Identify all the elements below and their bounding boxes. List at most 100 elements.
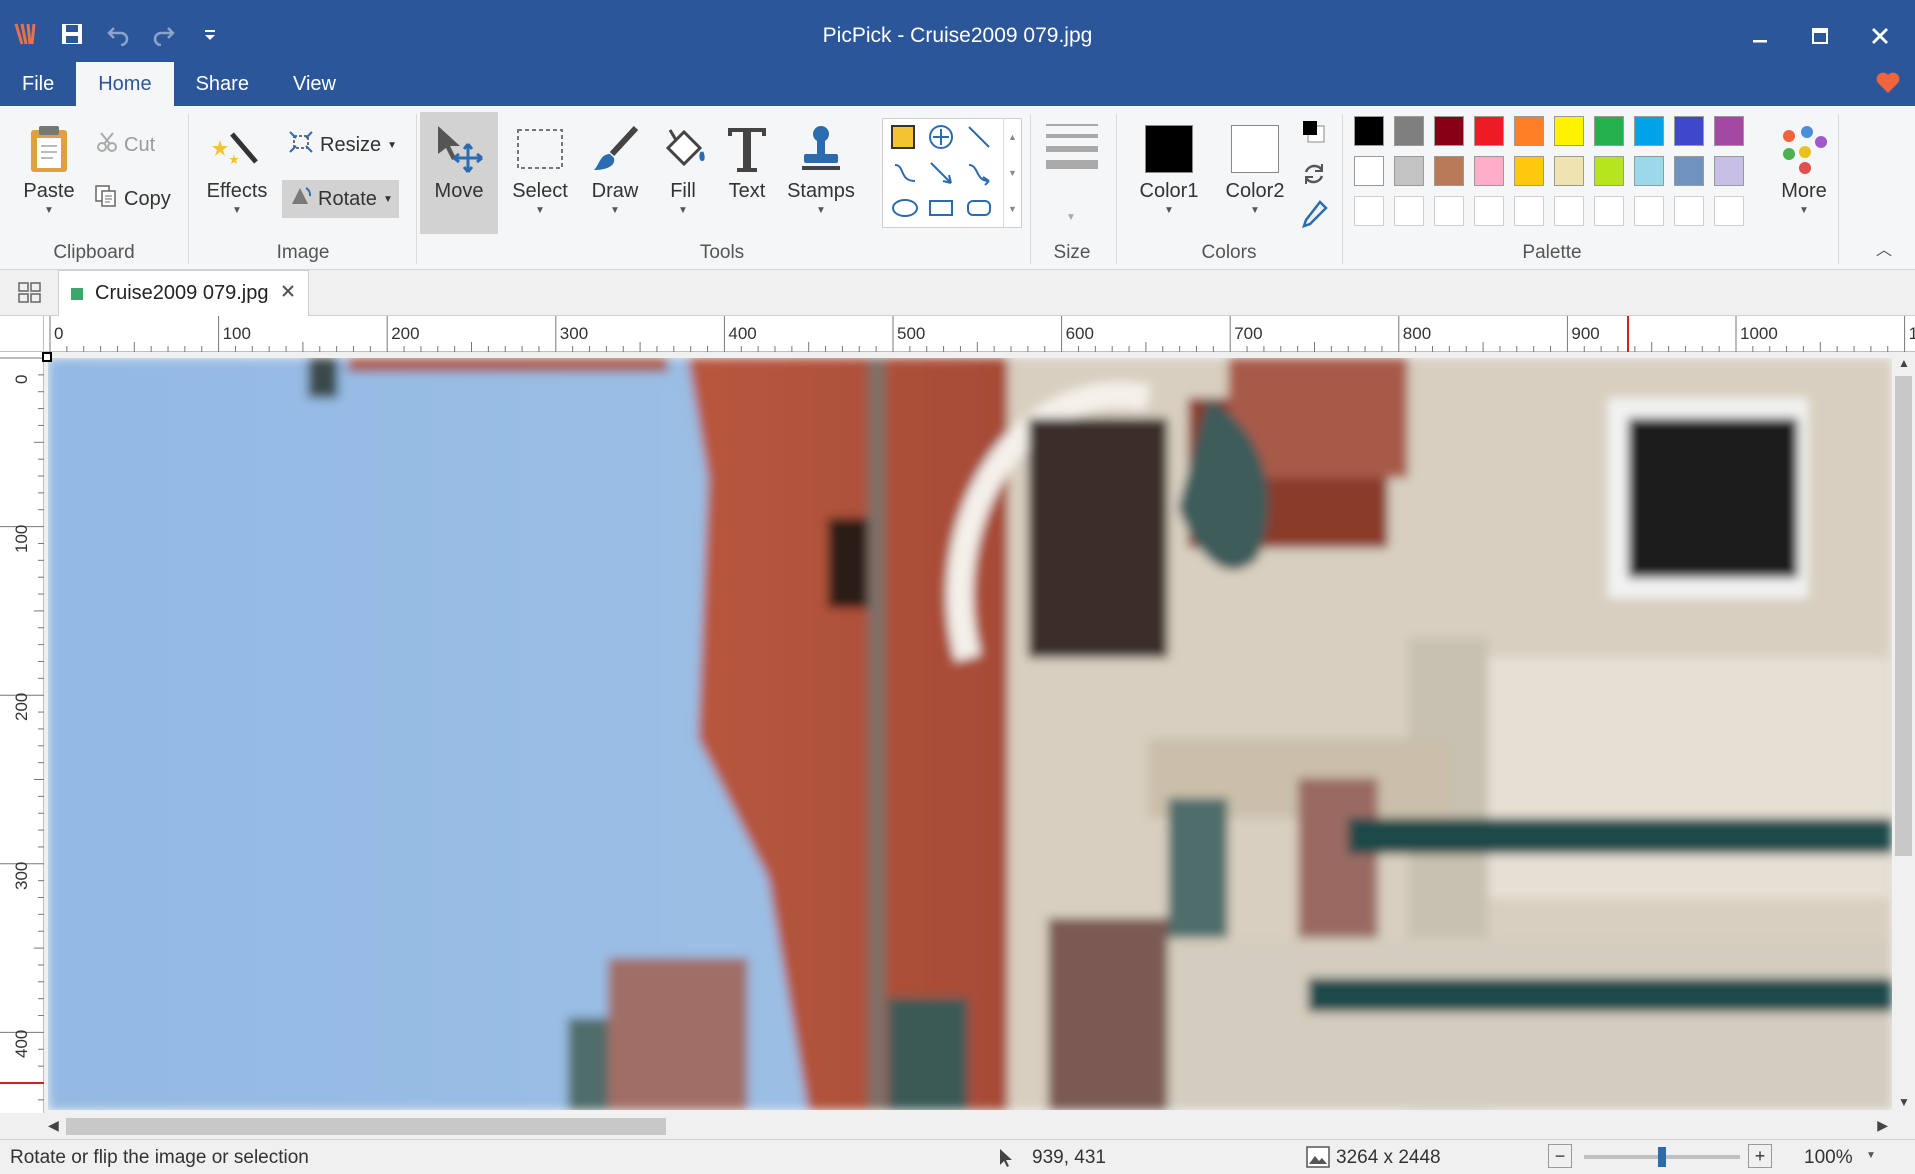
rectangle-select-shape-icon[interactable] [891, 125, 915, 149]
palette-swatch[interactable] [1554, 196, 1584, 226]
palette-swatch[interactable] [1434, 156, 1464, 186]
rounded-rectangle-shape-icon[interactable] [965, 197, 993, 224]
palette-swatch[interactable] [1394, 116, 1424, 146]
line-width-icon[interactable] [1044, 120, 1100, 175]
dropdown-arrow-icon: ▼ [535, 205, 545, 216]
palette-swatch[interactable] [1514, 196, 1544, 226]
palette-swatch[interactable] [1434, 116, 1464, 146]
heart-icon[interactable] [1875, 70, 1901, 96]
palette-swatch[interactable] [1554, 156, 1584, 186]
cut-button[interactable]: Cut [90, 126, 161, 164]
color2-swatch-frame [1227, 120, 1283, 178]
palette-swatch[interactable] [1714, 156, 1744, 186]
palette-swatch[interactable] [1474, 156, 1504, 186]
curve-shape-icon[interactable] [891, 159, 919, 192]
grid-view-icon[interactable] [18, 282, 42, 309]
copy-button[interactable]: Copy [88, 180, 177, 218]
stamps-button[interactable]: Stamps ▼ [782, 112, 860, 216]
resize-button[interactable]: Resize ▼ [282, 126, 403, 164]
draw-button[interactable]: Draw ▼ [582, 112, 648, 216]
select-button[interactable]: Select ▼ [506, 112, 574, 216]
ruler-label: 100 [12, 524, 31, 553]
palette-swatch[interactable] [1594, 156, 1624, 186]
tab-file[interactable]: File [0, 62, 76, 106]
palette-swatch[interactable] [1554, 116, 1584, 146]
size-group: ▼ Size [1032, 106, 1112, 270]
vertical-scrollbar[interactable]: ▲ ▼ [1892, 352, 1915, 1113]
palette-swatch[interactable] [1394, 156, 1424, 186]
palette-swatch[interactable] [1674, 156, 1704, 186]
tab-home[interactable]: Home [76, 62, 174, 106]
collapse-ribbon-icon[interactable]: ︿ [1876, 236, 1892, 260]
palette-swatch[interactable] [1674, 196, 1704, 226]
palette-swatch[interactable] [1474, 196, 1504, 226]
scissors-icon [96, 131, 118, 159]
palette-swatch[interactable] [1394, 196, 1424, 226]
paste-button[interactable]: Paste ▼ [16, 112, 82, 216]
shapes-gallery: ▲ ▼ ▼ [882, 118, 1022, 228]
eyedropper-icon[interactable] [1300, 200, 1328, 235]
text-button[interactable]: Text [718, 112, 776, 203]
palette-swatch[interactable] [1634, 196, 1664, 226]
rectangle-shape-icon[interactable] [927, 197, 955, 224]
zoom-level: 100% [1804, 1147, 1853, 1168]
minimize-button[interactable] [1736, 14, 1784, 58]
image-file-icon [71, 287, 83, 300]
clipboard-group: Paste ▼ Cut Copy Clipboard [0, 106, 188, 270]
palette-swatch[interactable] [1474, 116, 1504, 146]
move-button[interactable]: Move [420, 112, 498, 234]
ellipse-shape-icon[interactable] [891, 197, 919, 224]
zoom-dropdown-icon[interactable]: ▼ [1866, 1150, 1876, 1161]
horizontal-ruler-ticks [49, 316, 1906, 352]
close-tab-icon[interactable] [280, 282, 296, 305]
gallery-scroll[interactable]: ▲ ▼ ▼ [1003, 119, 1021, 227]
palette-swatch[interactable] [1514, 156, 1544, 186]
default-colors-icon[interactable] [1300, 118, 1328, 151]
zoom-in-button[interactable]: + [1748, 1144, 1772, 1168]
color2-button[interactable]: Color2 ▼ [1220, 112, 1290, 216]
palette-swatch[interactable] [1634, 156, 1664, 186]
rotate-button[interactable]: Rotate ▼ [282, 180, 399, 218]
image-canvas[interactable] [48, 358, 1892, 1110]
scroll-down-icon[interactable]: ▼ [1898, 1095, 1910, 1109]
cursor-icon [998, 1148, 1014, 1174]
curved-arrow-shape-icon[interactable] [965, 159, 993, 192]
horizontal-scroll-thumb[interactable] [66, 1118, 666, 1135]
close-button[interactable] [1856, 14, 1904, 58]
color1-button[interactable]: Color1 ▼ [1134, 112, 1204, 216]
swap-colors-icon[interactable] [1300, 160, 1328, 193]
palette-swatch[interactable] [1594, 116, 1624, 146]
scroll-right-icon[interactable]: ▶ [1877, 1117, 1888, 1134]
window-title: PicPick - Cruise2009 079.jpg [822, 24, 1093, 47]
zoom-out-button[interactable]: − [1548, 1144, 1572, 1168]
palette-swatch[interactable] [1354, 196, 1384, 226]
scroll-left-icon[interactable]: ◀ [48, 1117, 59, 1134]
palette-swatch[interactable] [1714, 116, 1744, 146]
zoom-slider-thumb[interactable] [1658, 1147, 1666, 1167]
paint-bucket-icon [655, 120, 711, 178]
crosshair-shape-icon[interactable] [927, 123, 955, 156]
more-colors-button[interactable]: More ▼ [1764, 112, 1844, 216]
zoom-slider[interactable] [1584, 1147, 1740, 1167]
palette-swatch[interactable] [1594, 196, 1624, 226]
palette-swatch[interactable] [1514, 116, 1544, 146]
horizontal-scrollbar[interactable]: ◀ ▶ [44, 1113, 1892, 1139]
document-tab[interactable]: Cruise2009 079.jpg [58, 270, 310, 316]
arrow-shape-icon[interactable] [927, 159, 955, 192]
maximize-button[interactable] [1796, 14, 1844, 58]
canvas-resize-handle[interactable] [42, 352, 52, 362]
palette-swatch[interactable] [1354, 156, 1384, 186]
palette-swatch[interactable] [1714, 196, 1744, 226]
tab-share[interactable]: Share [174, 62, 271, 106]
palette-swatch[interactable] [1674, 116, 1704, 146]
palette-swatch[interactable] [1634, 116, 1664, 146]
palette-swatch[interactable] [1354, 116, 1384, 146]
scroll-up-icon[interactable]: ▲ [1898, 356, 1910, 370]
palette-swatch[interactable] [1434, 196, 1464, 226]
effects-button[interactable]: Effects ▼ [202, 112, 272, 216]
vertical-scroll-thumb[interactable] [1895, 376, 1912, 856]
line-shape-icon[interactable] [965, 123, 993, 156]
tab-view[interactable]: View [271, 62, 358, 106]
ruler-corner [0, 316, 44, 352]
fill-button[interactable]: Fill ▼ [654, 112, 712, 216]
